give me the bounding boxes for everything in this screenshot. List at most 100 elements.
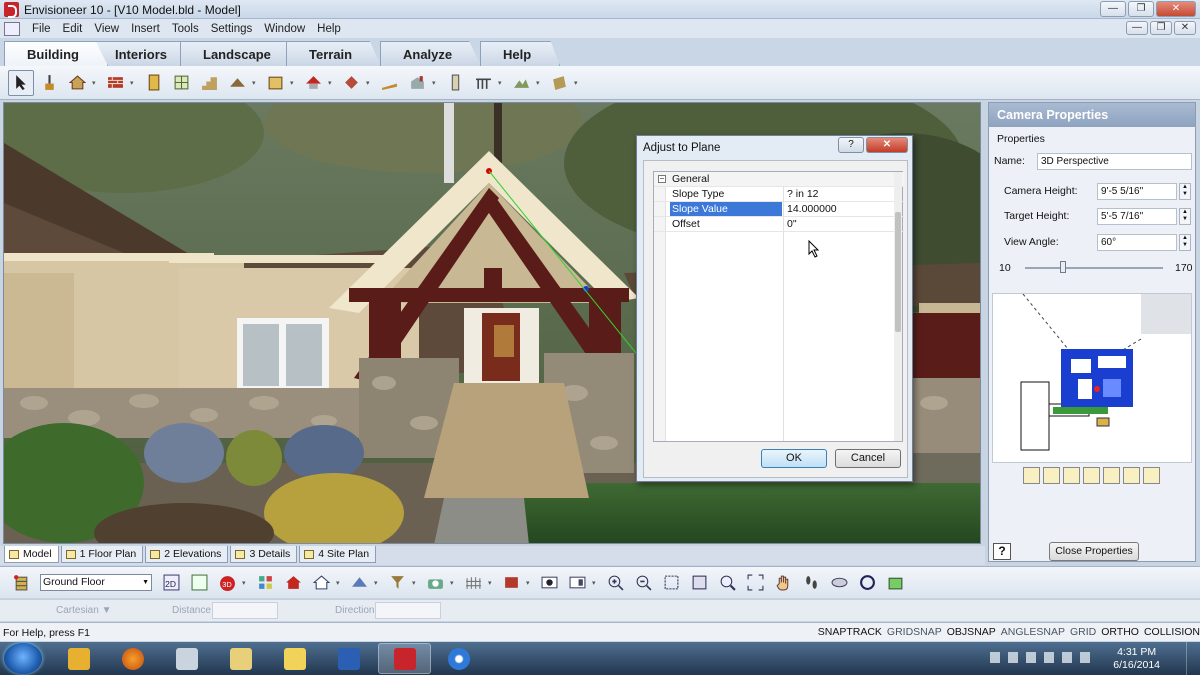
zoom-fit-icon[interactable] (1083, 467, 1100, 484)
close-window-button[interactable]: ✕ (1156, 1, 1196, 17)
zoom-window-button[interactable] (658, 570, 684, 596)
property-group-general[interactable]: − General (654, 172, 904, 187)
zoom-in-button[interactable] (602, 570, 628, 596)
dialog-close-button[interactable]: ✕ (866, 137, 908, 153)
slope-value-input[interactable]: 14.000000 (787, 203, 837, 215)
slider-thumb[interactable] (1060, 261, 1066, 273)
dropdown-icon[interactable]: ▾ (130, 79, 138, 87)
camera-button[interactable] (422, 570, 448, 596)
dropdown-icon[interactable]: ▾ (290, 79, 298, 87)
direction-input[interactable] (375, 602, 441, 619)
tab-help[interactable]: Help (480, 41, 561, 66)
dropdown-icon[interactable]: ▾ (328, 79, 336, 87)
dropdown-icon[interactable]: ▾ (336, 579, 344, 587)
taskbar-firefox[interactable] (106, 643, 159, 674)
taskbar-app[interactable] (432, 643, 485, 674)
ortho-toggle[interactable]: ORTHO (1101, 626, 1139, 638)
dropdown-icon[interactable]: ▾ (374, 579, 382, 587)
dropdown-icon[interactable]: ▾ (526, 579, 534, 587)
objsnap-toggle[interactable]: OBJSNAP (947, 626, 996, 638)
coordinate-mode-select[interactable]: Cartesian ▼ (56, 605, 111, 616)
help-button[interactable]: ? (993, 543, 1011, 560)
close-properties-button[interactable]: Close Properties (1049, 542, 1139, 561)
view-2d-button[interactable]: 2D (158, 570, 184, 596)
view-split-button[interactable] (186, 570, 212, 596)
property-row[interactable]: Slope Type ? in 12 (654, 187, 904, 202)
camera-height-spinner[interactable]: ▲ ▼ (1179, 183, 1191, 200)
dropdown-icon[interactable]: ▾ (412, 579, 420, 587)
layers-button[interactable] (252, 570, 278, 596)
camera-name-field[interactable]: 3D Perspective (1037, 153, 1192, 170)
tab-model[interactable]: Model (4, 546, 59, 563)
cancel-button[interactable]: Cancel (835, 449, 901, 468)
exterior-view-button[interactable] (280, 570, 306, 596)
tab-floor-plan[interactable]: 1 Floor Plan (60, 546, 144, 563)
pan-hand-icon[interactable] (1143, 467, 1160, 484)
roof-tool-button[interactable] (224, 70, 250, 96)
volume-icon[interactable] (1062, 652, 1072, 663)
doc-restore-button[interactable]: ❐ (1150, 21, 1172, 35)
network-icon[interactable] (1044, 652, 1054, 663)
view-angle-input[interactable]: 60° (1097, 234, 1177, 251)
taskbar-envisioneer[interactable] (378, 643, 431, 674)
floor-tool-button[interactable] (376, 70, 402, 96)
collapse-icon[interactable]: − (658, 175, 666, 183)
dropdown-icon[interactable]: ▾ (536, 79, 544, 87)
deck-tool-button[interactable] (546, 70, 572, 96)
taskbar-calculator[interactable] (160, 643, 213, 674)
dropdown-icon[interactable]: ▾ (432, 79, 440, 87)
stairs-tool-button[interactable] (196, 70, 222, 96)
target-height-spinner[interactable]: ▲ ▼ (1179, 208, 1191, 225)
slope-type-value[interactable]: ? in 12 (787, 188, 819, 200)
outline-view-button[interactable] (308, 570, 334, 596)
dropdown-icon[interactable]: ▾ (366, 79, 374, 87)
doc-close-button[interactable]: ✕ (1174, 21, 1196, 35)
power-icon[interactable] (1080, 652, 1090, 663)
dormer-tool-button[interactable] (300, 70, 326, 96)
zoom-extents-button[interactable] (742, 570, 768, 596)
doc-minimize-button[interactable]: — (1126, 21, 1148, 35)
chimney-tool-button[interactable] (404, 70, 430, 96)
anglesnap-toggle[interactable]: ANGLESNAP (1001, 626, 1065, 638)
zoom-window-icon[interactable] (1063, 467, 1080, 484)
wall-tool-button[interactable] (102, 70, 128, 96)
select-tool-button[interactable] (8, 69, 34, 96)
taskbar-mail[interactable] (268, 643, 321, 674)
dropdown-icon[interactable]: ▾ (92, 79, 100, 87)
grid-toggle[interactable]: GRID (1070, 626, 1096, 638)
tab-landscape[interactable]: Landscape (180, 41, 300, 66)
camera-plan-preview[interactable] (992, 293, 1192, 463)
menu-insert[interactable]: Insert (125, 23, 166, 35)
zoom-previous-icon[interactable] (1103, 467, 1120, 484)
device-icon[interactable] (1026, 652, 1036, 663)
rotate-button[interactable] (854, 570, 880, 596)
render-button[interactable] (882, 570, 908, 596)
display-options-button[interactable] (536, 570, 562, 596)
dropdown-icon[interactable]: ▾ (252, 79, 260, 87)
skylight-tool-button[interactable] (338, 70, 364, 96)
dropdown-icon[interactable]: ▾ (498, 79, 506, 87)
view-3d-button[interactable]: 3D (214, 570, 240, 596)
zoom-previous-button[interactable] (686, 570, 712, 596)
dialog-help-button[interactable]: ? (838, 137, 864, 153)
dropdown-icon[interactable]: ▾ (242, 579, 250, 587)
gridsnap-toggle[interactable]: GRIDSNAP (887, 626, 942, 638)
menu-view[interactable]: View (88, 23, 125, 35)
tab-building[interactable]: Building (4, 41, 108, 66)
distance-input[interactable] (212, 602, 278, 619)
view-angle-spinner[interactable]: ▲ ▼ (1179, 234, 1191, 251)
fly-button[interactable] (826, 570, 852, 596)
show-desktop-button[interactable] (1186, 642, 1200, 675)
menu-tools[interactable]: Tools (166, 23, 205, 35)
tab-site-plan[interactable]: 4 Site Plan (299, 546, 377, 563)
menu-help[interactable]: Help (311, 23, 347, 35)
tab-analyze[interactable]: Analyze (380, 41, 482, 66)
ok-button[interactable]: OK (761, 449, 827, 468)
camera-height-input[interactable]: 9'-5 5/16" (1097, 183, 1177, 200)
door-tool-button[interactable] (140, 70, 166, 96)
column-tool-button[interactable] (442, 70, 468, 96)
fence-button[interactable] (460, 570, 486, 596)
menu-edit[interactable]: Edit (57, 23, 89, 35)
roof-view-button[interactable] (346, 570, 372, 596)
walk-button[interactable] (798, 570, 824, 596)
